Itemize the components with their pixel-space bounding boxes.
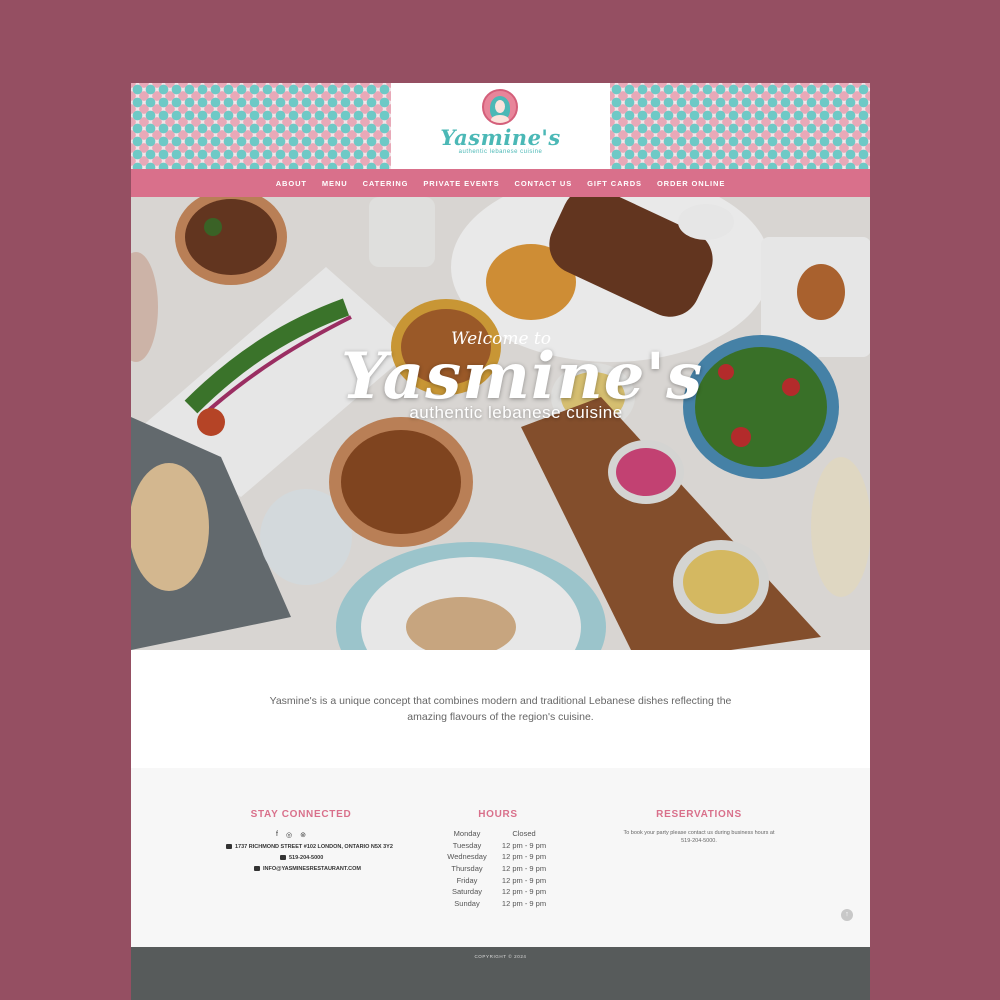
hours-row: Friday 12 pm - 9 pm (441, 876, 555, 888)
hours-row: Tuesday 12 pm - 9 pm (441, 841, 555, 853)
scroll-to-top-button[interactable]: ↑ (841, 909, 853, 921)
hours-title: HOURS (478, 809, 518, 820)
hero-section: Welcome to Yasmine's authentic lebanese … (131, 197, 870, 650)
nav-gift-cards[interactable]: GIFT CARDS (587, 179, 642, 188)
main-nav: ABOUT MENU CATERING PRIVATE EVENTS CONTA… (131, 169, 870, 197)
phone-icon (280, 855, 286, 861)
nav-private-events[interactable]: PRIVATE EVENTS (423, 179, 499, 188)
stay-connected-title: STAY CONNECTED (250, 809, 352, 820)
nav-about[interactable]: ABOUT (276, 179, 307, 188)
hours-row: Sunday 12 pm - 9 pm (441, 899, 555, 911)
hours-row: Saturday 12 pm - 9 pm (441, 887, 555, 899)
reservations-text: To book your party please contact us dur… (623, 830, 775, 844)
hero-subtitle: authentic lebanese cuisine (409, 403, 623, 422)
email-line[interactable]: INFO@YASMINESRESTAURANT.COM (254, 866, 361, 872)
logo-portrait-icon[interactable] (482, 89, 518, 125)
facebook-icon[interactable]: f (276, 831, 278, 839)
hours-time: 12 pm - 9 pm (501, 875, 547, 885)
map-icon (226, 844, 232, 850)
address-line[interactable]: 1737 RICHMOND STREET #102 LONDON, ONTARI… (226, 844, 393, 850)
phone-line[interactable]: 519-204-5000 (280, 855, 323, 861)
header-pattern-left (131, 83, 391, 169)
hours-day: Monday (453, 829, 481, 838)
nav-menu[interactable]: MENU (322, 179, 348, 188)
hours-day: Friday (456, 875, 478, 885)
logo-tagline: authentic lebanese cuisine (458, 149, 543, 155)
nav-contact-us[interactable]: CONTACT US (515, 179, 573, 188)
copyright-bar: COPYRIGHT © 2024 (131, 947, 870, 1000)
site-header: Yasmine's authentic lebanese cuisine (131, 83, 870, 169)
email-text: INFO@YASMINESRESTAURANT.COM (263, 866, 361, 872)
hours-time: 12 pm - 9 pm (501, 887, 547, 897)
hours-day: Wednesday (447, 852, 487, 862)
nav-catering[interactable]: CATERING (363, 179, 409, 188)
info-section: STAY CONNECTED f ◎ ⊚ 1737 RICHMOND STREE… (131, 768, 870, 947)
social-links: f ◎ ⊚ (276, 831, 306, 839)
address-text: 1737 RICHMOND STREET #102 LONDON, ONTARI… (235, 844, 393, 850)
hero-overlay (131, 197, 870, 650)
hours-table: Monday Closed Tuesday 12 pm - 9 pm Wednesd… (441, 829, 555, 911)
hours-time: Closed (512, 829, 536, 838)
hours-time: 12 pm - 9 pm (501, 864, 547, 874)
intro-text: Yasmine's is a unique concept that combi… (269, 695, 732, 723)
hours-day: Sunday (454, 899, 480, 909)
hours-day: Tuesday (452, 840, 482, 850)
copyright-text: COPYRIGHT © 2024 (474, 954, 527, 959)
hours-row: Monday Closed (441, 829, 555, 841)
reservations-title: RESERVATIONS (656, 809, 742, 820)
intro-section: Yasmine's is a unique concept that combi… (131, 650, 870, 768)
instagram-icon[interactable]: ◎ (286, 831, 292, 839)
website-page: Yasmine's authentic lebanese cuisine ABO… (131, 83, 870, 1000)
hours-row: Thursday 12 pm - 9 pm (441, 864, 555, 876)
header-pattern-right (610, 83, 870, 169)
hours-time: 12 pm - 9 pm (501, 899, 547, 909)
tripadvisor-icon[interactable]: ⊚ (300, 831, 306, 839)
hours-time: 12 pm - 9 pm (501, 852, 547, 862)
nav-order-online[interactable]: ORDER ONLINE (657, 179, 725, 188)
email-icon (254, 866, 260, 872)
phone-text: 519-204-5000 (289, 855, 324, 861)
hours-day: Saturday (451, 887, 483, 897)
hours-time: 12 pm - 9 pm (501, 840, 547, 850)
hours-row: Wednesday 12 pm - 9 pm (441, 852, 555, 864)
hours-day: Thursday (451, 864, 483, 874)
logo-name[interactable]: Yasmine's (391, 125, 610, 150)
